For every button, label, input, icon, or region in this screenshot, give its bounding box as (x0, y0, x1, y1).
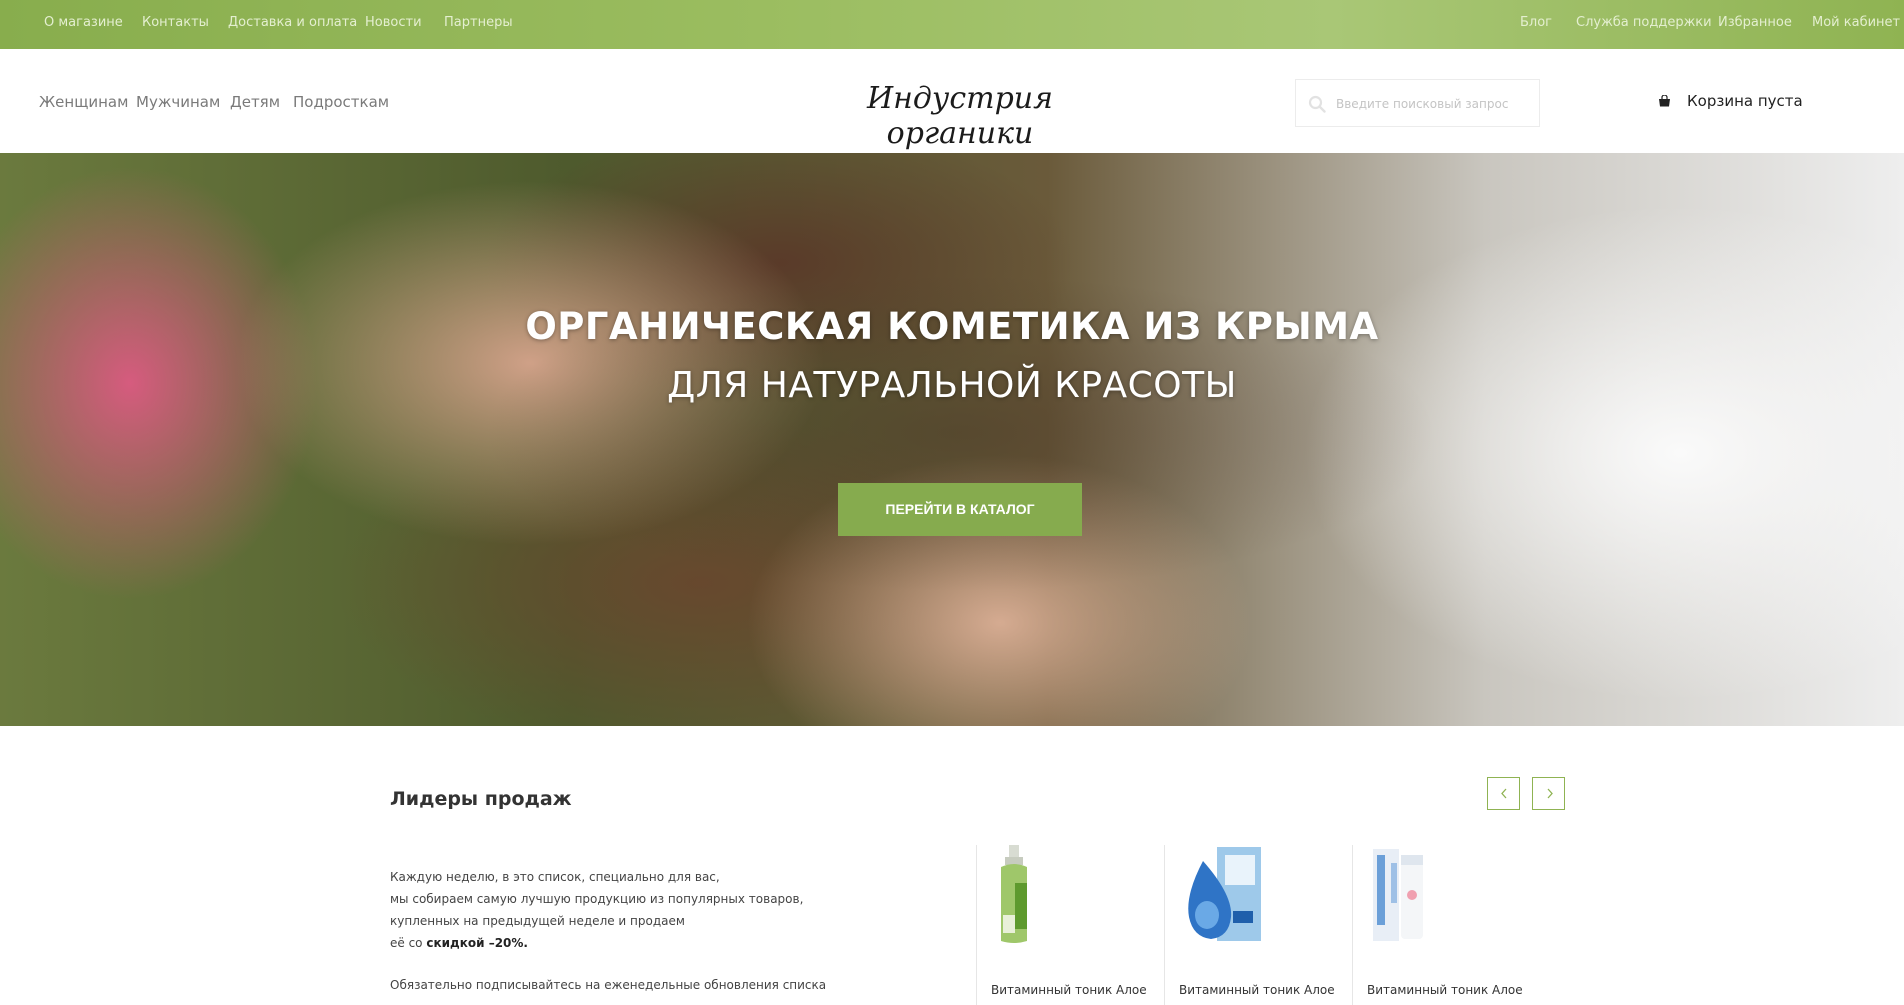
topbar-link-contacts[interactable]: Контакты (142, 15, 209, 30)
topbar-link-favorites[interactable]: Избранное (1718, 15, 1792, 30)
hero-banner: ОРГАНИЧЕСКАЯ КОМЕТИКА ИЗ КРЫМА ДЛЯ НАТУР… (0, 153, 1904, 726)
topbar-link-support[interactable]: Служба поддержки (1576, 15, 1712, 30)
description-line-start: её со (390, 936, 423, 950)
topbar-link-news[interactable]: Новости (365, 15, 422, 30)
carousel-next-button[interactable] (1532, 777, 1565, 810)
product-image (1001, 845, 1027, 943)
hero-subtitle: ДЛЯ НАТУРАЛЬНОЙ КРАСОТЫ (667, 365, 1237, 406)
hero-title: ОРГАНИЧЕСКАЯ КОМЕТИКА ИЗ КРЫМА (525, 305, 1379, 348)
product-image (1373, 849, 1423, 941)
product-image (1188, 847, 1261, 941)
cart-label: Корзина пуста (1687, 92, 1803, 110)
site-logo[interactable]: Индустрия органики (810, 73, 1110, 151)
shopping-bag-icon (1659, 95, 1670, 107)
product-card[interactable]: Витаминный тоник Алое (1352, 845, 1540, 1005)
carousel-prev-button[interactable] (1487, 777, 1520, 810)
bestsellers-description: Каждую неделю, в это список, специально … (390, 866, 826, 996)
chevron-right-icon (1547, 788, 1553, 799)
product-name[interactable]: Витаминный тоник Алое (1367, 983, 1523, 997)
topbar-link-account[interactable]: Мой кабинет (1812, 15, 1900, 30)
description-line: мы собираем самую лучшую продукцию из по… (390, 892, 804, 906)
logo-text: Индустрия органики (867, 81, 1053, 151)
product-name[interactable]: Витаминный тоник Алое (1179, 983, 1335, 997)
category-teens[interactable]: Подросткам (293, 93, 389, 111)
search-box[interactable] (1295, 79, 1540, 127)
go-to-catalog-button[interactable]: ПЕРЕЙТИ В КАТАЛОГ (838, 483, 1082, 536)
product-card[interactable]: Витаминный тоник Алое (1164, 845, 1352, 1005)
search-icon (1308, 95, 1326, 113)
topbar-link-partners[interactable]: Партнеры (444, 15, 513, 30)
description-line: Каждую неделю, в это список, специально … (390, 870, 720, 884)
section-title: Лидеры продаж (390, 788, 572, 810)
discount-text: скидкой –20%. (426, 936, 528, 950)
category-women[interactable]: Женщинам (39, 93, 128, 111)
description-line: её со скидкой –20%. (390, 932, 820, 954)
topbar-link-blog[interactable]: Блог (1520, 15, 1552, 30)
topbar-link-about[interactable]: О магазине (44, 15, 123, 30)
product-name[interactable]: Витаминный тоник Алое (991, 983, 1147, 997)
category-men[interactable]: Мужчинам (136, 93, 220, 111)
category-kids[interactable]: Детям (230, 93, 280, 111)
search-input[interactable] (1336, 92, 1531, 116)
site-header: Женщинам Мужчинам Детям Подросткам Индус… (0, 49, 1904, 153)
product-card[interactable]: Витаминный тоник Алое (976, 845, 1164, 1005)
topbar-link-delivery[interactable]: Доставка и оплата (228, 15, 357, 30)
top-bar: О магазине Контакты Доставка и оплата Но… (0, 0, 1904, 49)
description-line: купленных на предыдущей неделе и продаем (390, 914, 685, 928)
chevron-left-icon (1501, 788, 1507, 799)
